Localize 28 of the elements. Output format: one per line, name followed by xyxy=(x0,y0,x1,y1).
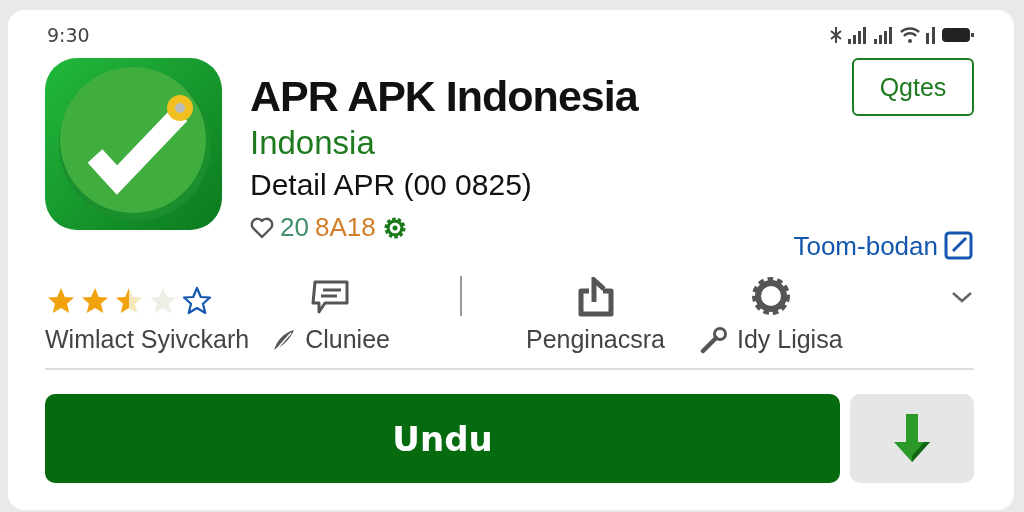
action-label[interactable]: Wimlact Syivckarh xyxy=(45,325,250,354)
action-label[interactable]: Cluniee xyxy=(305,325,390,354)
signal-icon xyxy=(848,26,868,44)
share-icon xyxy=(576,277,615,317)
app-logo-icon xyxy=(45,58,222,230)
developer-name: Indonsia xyxy=(250,124,376,162)
bluetooth-icon xyxy=(830,26,842,44)
wifi-icon xyxy=(900,26,920,44)
battery-icon xyxy=(942,27,974,43)
signal-icon xyxy=(874,26,894,44)
settings-icon xyxy=(749,275,792,317)
app-detail: Detail APR (00 0825) xyxy=(250,168,533,202)
download-button[interactable] xyxy=(850,394,974,483)
app-code: 8A18 xyxy=(314,212,376,243)
status-time: 9:30 xyxy=(47,24,90,46)
key-icon xyxy=(698,325,729,354)
action-label[interactable]: Idy Ligisa xyxy=(736,325,843,354)
like-count: 20 xyxy=(280,212,309,243)
action-label[interactable]: Penginacsra xyxy=(525,325,665,354)
edit-icon xyxy=(944,230,974,262)
open-button[interactable]: Qgtes xyxy=(852,58,974,116)
star-icon xyxy=(181,285,213,317)
heart-icon xyxy=(250,216,274,239)
report-link[interactable]: Toom-bodan xyxy=(793,230,974,262)
app-title: APR APK Indonesia xyxy=(250,71,640,122)
signal-icon xyxy=(926,26,936,44)
install-button[interactable]: Undu xyxy=(45,394,840,483)
chevron-down-icon[interactable] xyxy=(950,289,974,305)
